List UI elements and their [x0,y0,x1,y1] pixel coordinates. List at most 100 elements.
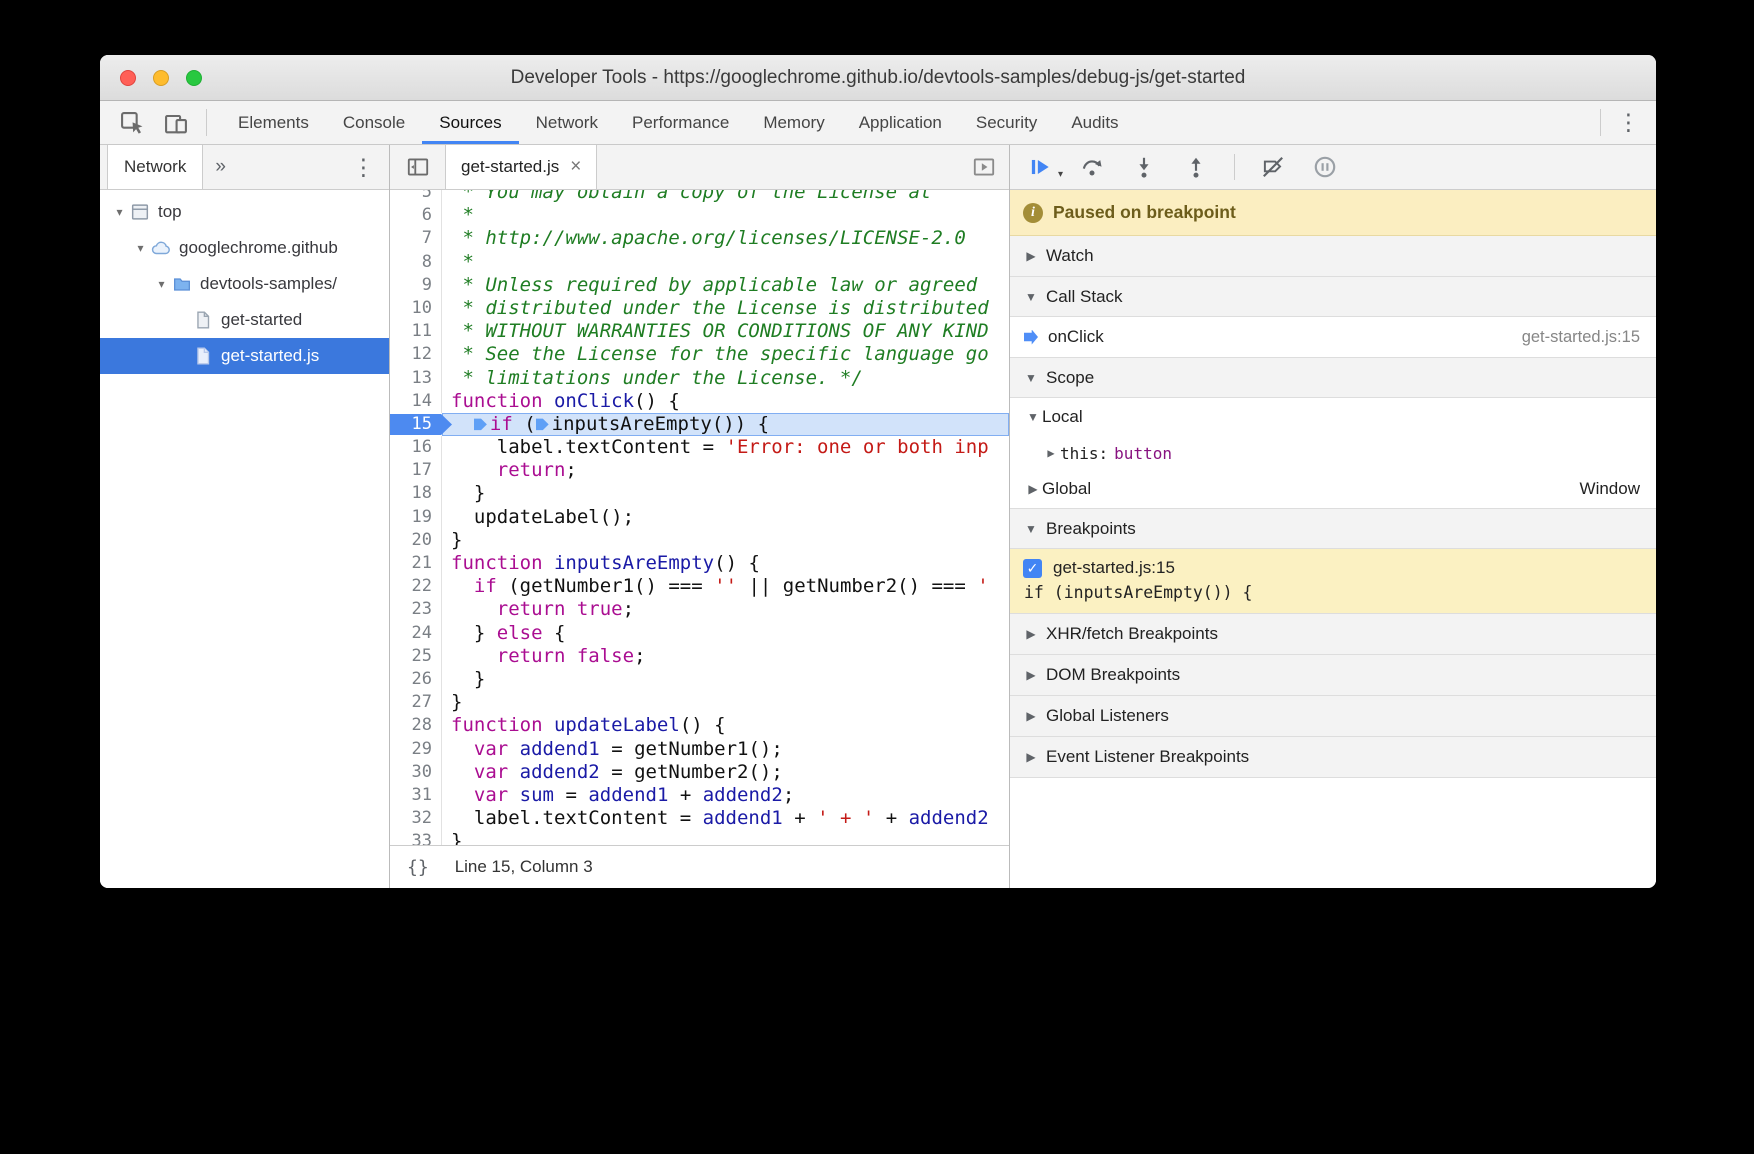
xhr-fetch-breakpoints-section-header[interactable]: ▶XHR/fetch Breakpoints [1010,614,1656,654]
expander-icon[interactable]: ▾ [152,277,171,291]
expander-icon[interactable]: ▾ [131,241,150,255]
close-tab-icon[interactable]: × [570,156,581,178]
main-menu-button[interactable]: ⋮ [1609,101,1656,144]
tab-elements[interactable]: Elements [221,101,326,144]
chevron-right-icon: ▶ [1022,750,1040,764]
section-scope: ▼ Scope ▼ Local ▶ this: button ▶ Globa [1010,358,1656,509]
breakpoint-checkbox[interactable]: ✓ [1023,559,1042,578]
event-listener-breakpoints-section-header[interactable]: ▶Event Listener Breakpoints [1010,737,1656,777]
tree-item-get-started[interactable]: get-started [100,302,389,338]
code-line: 13 * limitations under the License. */ [390,367,1009,390]
call-stack-section-header[interactable]: ▼ Call Stack [1010,277,1656,317]
tab-application[interactable]: Application [842,101,959,144]
line-number[interactable]: 31 [390,784,442,807]
section-global-listeners: ▶Global Listeners [1010,696,1656,737]
tab-security[interactable]: Security [959,101,1054,144]
source-editor[interactable]: 5 * You may obtain a copy of the License… [390,190,1009,845]
line-number[interactable]: 8 [390,251,442,274]
navigator-toolbar: Network » ⋮ [100,145,389,190]
scope-local-row[interactable]: ▼ Local [1010,398,1656,436]
more-tabs-chevron[interactable]: » [203,145,238,189]
tab-network[interactable]: Network [519,101,615,144]
line-number[interactable]: 22 [390,575,442,598]
step-into-button[interactable] [1130,153,1158,181]
breakpoint-line-number[interactable]: 15 [390,413,442,436]
line-number[interactable]: 5 [390,190,442,204]
breakpoint-entry[interactable]: ✓ get-started.js:15 if (inputsAreEmpty()… [1010,549,1656,613]
tree-item-label: devtools-samples/ [200,274,337,294]
scope-this-row[interactable]: ▶ this: button [1010,436,1656,470]
resume-button[interactable]: ▾ [1026,153,1054,181]
section-label: DOM Breakpoints [1046,665,1180,685]
line-number[interactable]: 33 [390,830,442,845]
line-number[interactable]: 30 [390,761,442,784]
scope-section-header[interactable]: ▼ Scope [1010,358,1656,398]
scope-global-row[interactable]: ▶ Global Window [1010,470,1656,508]
line-number[interactable]: 20 [390,529,442,552]
inspect-icon [118,109,146,137]
watch-section-header[interactable]: ▶ Watch [1010,236,1656,276]
line-number[interactable]: 6 [390,204,442,227]
navigator-menu-button[interactable]: ⋮ [344,145,389,189]
debugger-toolbar: ▾ [1010,145,1656,190]
deactivate-breakpoints-button[interactable] [1259,153,1287,181]
tab-network[interactable]: Network [107,145,203,189]
step-out-button[interactable] [1182,153,1210,181]
line-number[interactable]: 14 [390,390,442,413]
tree-item-get-started-js[interactable]: get-started.js [100,338,389,374]
code-line-text: } [442,691,1009,714]
tab-sources[interactable]: Sources [422,101,518,144]
navigator-toggle-button[interactable] [390,145,446,189]
line-number[interactable]: 24 [390,622,442,645]
code-line: 27} [390,691,1009,714]
line-number[interactable]: 25 [390,645,442,668]
line-number[interactable]: 10 [390,297,442,320]
line-number[interactable]: 9 [390,274,442,297]
code-line: 11 * WITHOUT WARRANTIES OR CONDITIONS OF… [390,320,1009,343]
zoom-button[interactable] [186,70,202,86]
line-number[interactable]: 29 [390,738,442,761]
titlebar[interactable]: Developer Tools - https://googlechrome.g… [100,55,1656,101]
inspect-button[interactable] [110,101,154,144]
expander-icon[interactable]: ▾ [110,205,129,219]
line-number[interactable]: 23 [390,598,442,621]
line-number[interactable]: 11 [390,320,442,343]
line-number[interactable]: 16 [390,436,442,459]
call-stack-frame[interactable]: onClick get-started.js:15 [1010,317,1656,357]
tab-audits[interactable]: Audits [1054,101,1135,144]
close-button[interactable] [120,70,136,86]
breakpoints-section-header[interactable]: ▼ Breakpoints [1010,509,1656,549]
device-toolbar-button[interactable] [154,101,198,144]
line-number[interactable]: 19 [390,506,442,529]
line-number[interactable]: 12 [390,343,442,366]
tab-console[interactable]: Console [326,101,422,144]
line-number[interactable]: 17 [390,459,442,482]
chevron-right-icon: ▶ [1022,709,1040,723]
tree-item-top[interactable]: ▾top [100,194,389,230]
minimize-button[interactable] [153,70,169,86]
pause-on-exceptions-button[interactable] [1311,153,1339,181]
tab-performance[interactable]: Performance [615,101,746,144]
tree-item-googlechrome-github[interactable]: ▾googlechrome.github [100,230,389,266]
line-number[interactable]: 28 [390,714,442,737]
tab-memory[interactable]: Memory [746,101,841,144]
code-line: 5 * You may obtain a copy of the License… [390,190,1009,204]
code-line: 8 * [390,251,1009,274]
line-number[interactable]: 26 [390,668,442,691]
editor-tab-get-started-js[interactable]: get-started.js × [446,145,597,189]
global-listeners-section-header[interactable]: ▶Global Listeners [1010,696,1656,736]
line-number[interactable]: 27 [390,691,442,714]
line-number[interactable]: 13 [390,367,442,390]
code-line: 32 label.textContent = addend1 + ' + ' +… [390,807,1009,830]
line-number[interactable]: 32 [390,807,442,830]
line-number[interactable]: 21 [390,552,442,575]
line-number[interactable]: 18 [390,482,442,505]
step-over-button[interactable] [1078,153,1106,181]
tree-item-devtools-samples[interactable]: ▾ devtools-samples/ [100,266,389,302]
chevron-down-icon: ▼ [1022,371,1040,385]
line-number[interactable]: 7 [390,227,442,250]
pretty-print-icon[interactable]: {} [407,857,429,878]
code-line-text: if (inputsAreEmpty()) { [442,413,1009,436]
open-file-button[interactable] [959,145,1009,189]
dom-breakpoints-section-header[interactable]: ▶DOM Breakpoints [1010,655,1656,695]
